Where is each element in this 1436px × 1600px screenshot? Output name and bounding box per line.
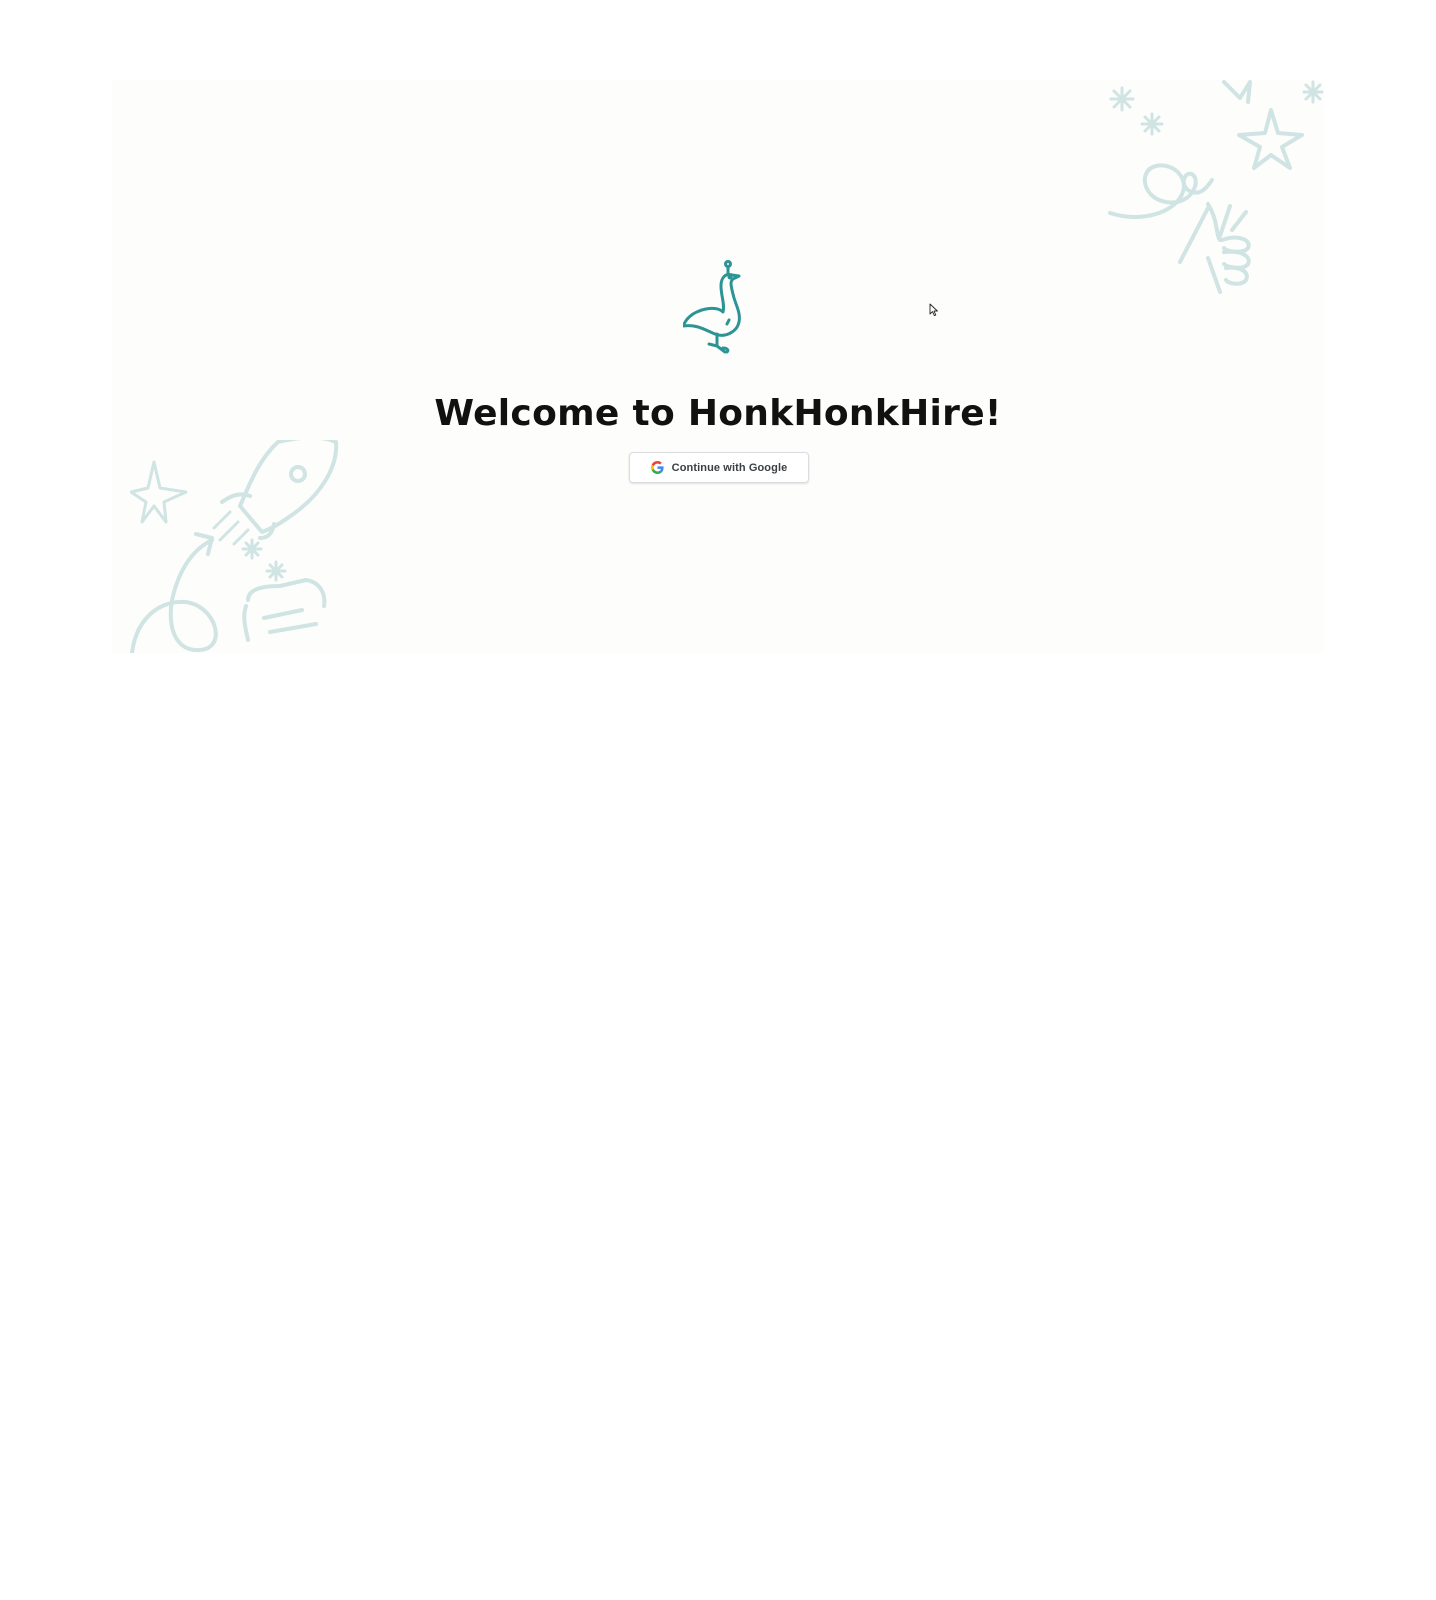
sparkle-icon <box>1302 80 1324 104</box>
google-button-label: Continue with Google <box>671 461 788 474</box>
sparkle-icon <box>1140 112 1164 136</box>
star-icon <box>1237 108 1304 170</box>
sparkle-icon <box>265 560 287 582</box>
star-icon <box>130 460 188 524</box>
google-g-icon <box>650 461 664 474</box>
page-title: Welcome to HonkHonkHire! <box>434 393 1002 434</box>
thumbs-up-icon <box>1178 202 1251 294</box>
star-icon <box>1222 80 1252 104</box>
ticket-icon <box>242 578 327 642</box>
goose-icon <box>683 260 741 354</box>
sparkle-icon <box>241 538 263 560</box>
decorative-doodles-bottom-left <box>130 440 339 653</box>
sparkle-icon <box>1109 86 1135 112</box>
swirl-icon <box>1108 163 1214 219</box>
mouse-pointer-icon <box>929 303 938 317</box>
decorative-doodles-top-right <box>1108 80 1324 294</box>
rocket-icon <box>212 440 339 546</box>
continue-with-google-button[interactable]: Continue with Google <box>629 452 809 483</box>
swirl-arrow-icon <box>130 532 218 653</box>
